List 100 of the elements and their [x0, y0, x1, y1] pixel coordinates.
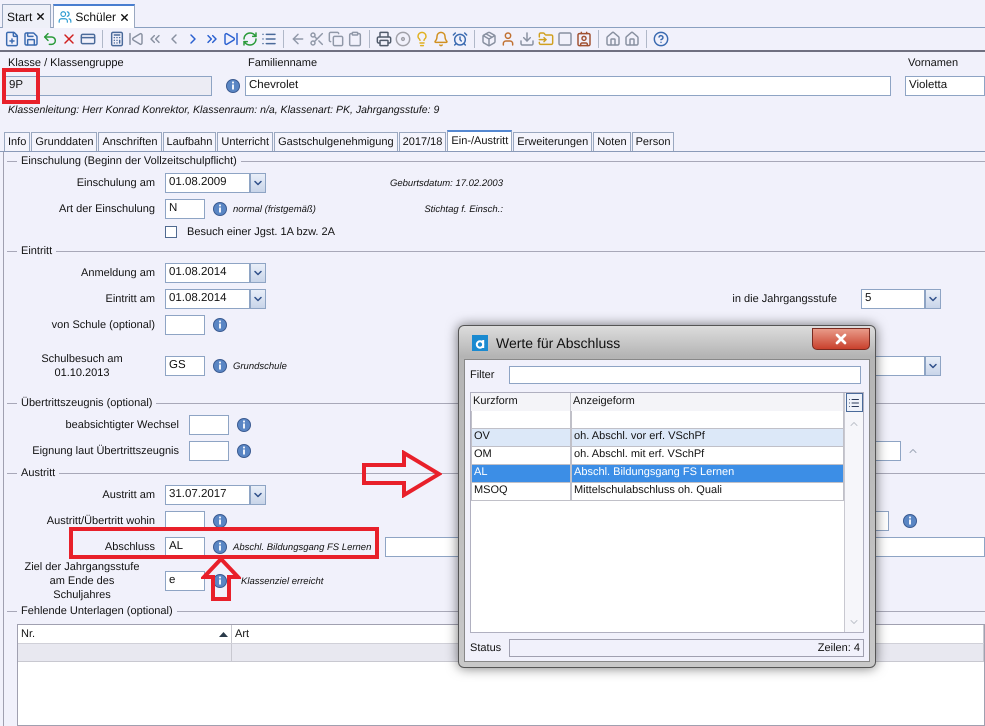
list-icon[interactable] — [261, 31, 277, 47]
section-title: Austritt — [21, 467, 56, 479]
contact-card-icon[interactable] — [576, 31, 592, 47]
status-label: Status — [470, 642, 502, 654]
code-field[interactable]: e — [165, 571, 205, 591]
code-field[interactable] — [189, 441, 229, 461]
date-field[interactable]: 01.08.2014 — [165, 289, 250, 309]
tab[interactable]: 2017/18 — [398, 132, 446, 151]
table-cell[interactable]: Mittelschulabschluss oh. Quali — [571, 483, 844, 501]
close-icon[interactable] — [35, 11, 46, 22]
square-icon[interactable] — [557, 31, 573, 47]
printer-icon[interactable] — [376, 31, 392, 47]
new-file-icon[interactable] — [4, 31, 20, 47]
sort-arrow-icon — [219, 632, 228, 636]
first-name-field[interactable]: Violetta — [905, 76, 985, 96]
tab[interactable]: Ein-/Austritt — [447, 130, 512, 151]
info-icon[interactable] — [213, 540, 227, 554]
document-tab[interactable]: Start — [2, 4, 52, 28]
column-header[interactable]: Anzeigeform — [571, 393, 844, 412]
tab[interactable]: Erweiterungen — [513, 132, 592, 151]
class-field[interactable]: 9P — [5, 76, 212, 96]
date-field[interactable]: 01.08.2009 — [165, 173, 250, 193]
info-icon[interactable] — [237, 418, 251, 432]
field-label: Abschluss — [104, 540, 155, 554]
first-record-icon[interactable] — [128, 31, 144, 47]
dropdown-button[interactable] — [925, 289, 941, 309]
home-icon[interactable] — [624, 31, 640, 47]
filter-cell[interactable] — [571, 411, 844, 429]
table-cell[interactable]: MSOQ — [471, 483, 571, 501]
people-icon — [58, 10, 72, 24]
info-icon[interactable] — [213, 514, 227, 528]
column-header[interactable]: Kurzform — [471, 393, 571, 412]
info-icon[interactable] — [226, 79, 240, 93]
tab[interactable]: Unterricht — [217, 132, 274, 151]
info-icon[interactable] — [213, 202, 227, 216]
filter-field[interactable] — [509, 366, 861, 384]
close-button[interactable] — [812, 328, 870, 350]
help-icon[interactable] — [653, 31, 669, 47]
field-label: Ziel der Jahrgangsstufe am Ende des Schuljahres — [24, 560, 140, 602]
tab[interactable]: Info — [4, 132, 30, 151]
code-field[interactable] — [165, 315, 205, 335]
info-icon[interactable] — [903, 514, 917, 528]
date-field[interactable]: 31.07.2017 — [165, 485, 250, 505]
field-label: Art der Einschulung — [59, 202, 155, 216]
cut-icon[interactable] — [309, 31, 325, 47]
arrow-left-icon[interactable] — [290, 31, 306, 47]
tab[interactable]: Laufbahn — [162, 132, 216, 151]
package-icon[interactable] — [481, 31, 497, 47]
column-header[interactable]: Nr. — [18, 625, 232, 643]
last-record-icon[interactable] — [223, 31, 239, 47]
code-field[interactable]: GS — [165, 356, 205, 376]
table-cell[interactable]: OV — [471, 429, 571, 447]
filter-cell[interactable] — [471, 411, 571, 429]
dropdown-button[interactable] — [250, 173, 266, 193]
undo-icon[interactable] — [42, 31, 58, 47]
checkbox[interactable] — [165, 226, 177, 238]
dropdown-button[interactable] — [250, 485, 266, 505]
field-label: Schulbesuch am 01.10.2013 — [40, 352, 124, 380]
class-info-text: Klassenleitung: Herr Konrad Konrektor, Klassenraum: n/a, Klassenart: PK, Jahrgangsstufe: 9 — [7, 103, 440, 116]
save-icon[interactable] — [23, 31, 39, 47]
surname-field[interactable]: Chevrolet — [245, 76, 891, 96]
field-label: Eintritt am — [105, 292, 155, 306]
tab[interactable]: Gastschulgenehmigung — [274, 132, 398, 151]
card-icon[interactable] — [80, 31, 96, 47]
section-title: Einschulung (Beginn der Vollzeitschulpflicht) — [21, 155, 237, 167]
dropdown-button[interactable] — [250, 263, 266, 283]
field-label: Austritt/Übertritt wohin — [46, 514, 155, 528]
info-icon[interactable] — [237, 444, 251, 458]
code-field[interactable]: AL — [165, 537, 205, 557]
code-field[interactable]: N — [165, 199, 205, 219]
info-icon[interactable] — [213, 318, 227, 332]
up-arrow-annotation — [201, 557, 241, 601]
column-chooser-button[interactable] — [846, 393, 862, 412]
table-cell[interactable]: OM — [471, 447, 571, 465]
tab[interactable]: Person — [632, 132, 674, 151]
info-text: Geburtsdatum: 17.02.2003 — [390, 178, 503, 188]
table-cell[interactable]: oh. Abschl. mit erf. VSchPf — [571, 447, 844, 465]
download-icon[interactable] — [519, 31, 535, 47]
alarm-clock-icon[interactable] — [452, 31, 468, 47]
copy-icon[interactable] — [328, 31, 344, 47]
date-field[interactable]: 01.08.2014 — [165, 263, 250, 283]
dropdown-button[interactable] — [250, 289, 266, 309]
table-cell[interactable]: oh. Abschl. vor erf. VSchPf — [571, 429, 844, 447]
field-label: Familienname — [247, 57, 318, 71]
info-icon[interactable] — [213, 359, 227, 373]
person-icon[interactable] — [500, 31, 516, 47]
tab[interactable]: Grunddaten — [31, 132, 98, 151]
close-icon[interactable] — [119, 12, 130, 22]
dropdown-button[interactable] — [925, 356, 941, 376]
tab[interactable]: Noten — [593, 132, 631, 151]
close-icon — [833, 330, 849, 346]
paste-icon[interactable] — [347, 31, 363, 47]
refresh-icon[interactable] — [242, 31, 258, 47]
document-tab[interactable]: Schüler — [53, 4, 136, 28]
code-field[interactable] — [189, 415, 229, 435]
tab[interactable]: Anschriften — [98, 132, 162, 151]
select-field[interactable]: 5 — [861, 289, 925, 309]
home-icon[interactable] — [605, 31, 621, 47]
value-description: normal (fristgemäß) — [233, 204, 316, 214]
field-label: in die Jahrgangsstufe — [732, 293, 837, 305]
